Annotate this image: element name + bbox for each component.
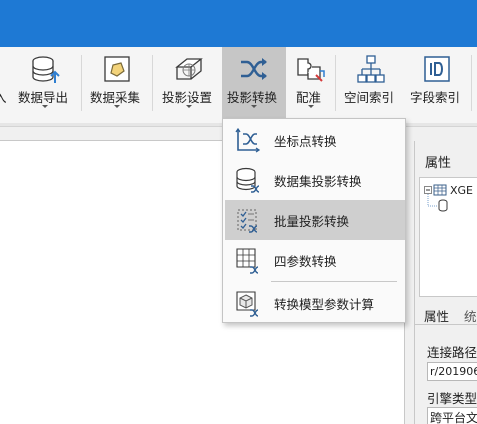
menu-item-batch-projection[interactable]: 批量投影转换	[225, 200, 405, 240]
properties-title: 属性	[425, 156, 452, 171]
database-export-icon	[32, 56, 60, 83]
model-param-icon	[236, 291, 259, 317]
menu-item-four-param[interactable]: 四参数转换	[225, 240, 405, 280]
point-convert-icon	[235, 127, 261, 153]
chevron-down-icon	[186, 105, 192, 108]
engine-type-label: 引擎类型	[427, 391, 477, 406]
ribbon-import-button[interactable]: 入	[0, 47, 10, 123]
ribbon-separator	[471, 55, 472, 111]
menu-item-label: 转换模型参数计算	[274, 297, 375, 312]
ribbon-field-index-button[interactable]: 字段索引	[406, 47, 468, 123]
ribbon-field-index-label: 字段索引	[410, 90, 461, 105]
ribbon-projection-convert-label: 投影转换	[227, 90, 278, 105]
data-collect-icon	[104, 56, 130, 82]
menu-item-label: 批量投影转换	[274, 214, 350, 229]
ribbon-data-collect-label: 数据采集	[90, 90, 141, 105]
ribbon-projection-settings-label: 投影设置	[162, 90, 213, 105]
ribbon-data-export-button[interactable]: 数据导出	[14, 47, 76, 123]
connection-path-label: 连接路径	[427, 345, 477, 360]
chevron-down-icon	[42, 105, 48, 108]
menu-item-model-param[interactable]: 转换模型参数计算	[225, 283, 405, 323]
field-index-icon	[424, 56, 450, 82]
tree-root-label[interactable]: XGE	[450, 184, 473, 197]
ribbon-toolbar: 入 数据导出 数据采集 投影设置 投影转换 配准 空间索引 字段索引	[0, 47, 477, 123]
properties-panel: 属性 XGE 属性 统 连接路径 r/2019060 引擎类型 跨平台文	[414, 141, 477, 424]
ribbon-registration-label: 配准	[296, 90, 322, 105]
ribbon-data-export-label: 数据导出	[18, 90, 69, 105]
menu-item-label: 数据集投影转换	[274, 174, 362, 189]
ribbon-separator	[335, 55, 336, 111]
dataset-projection-icon	[236, 167, 260, 193]
projection-convert-dropdown-menu: 坐标点转换 数据集投影转换 批量投影转换 四参数转换 转换模型参数计算	[222, 118, 406, 323]
ribbon-data-collect-button[interactable]: 数据采集	[86, 47, 148, 123]
shuffle-icon	[241, 58, 267, 80]
menu-item-point-convert[interactable]: 坐标点转换	[225, 120, 405, 160]
menu-separator	[271, 281, 397, 282]
connection-path-field[interactable]: r/2019060	[427, 362, 477, 381]
ribbon-registration-button[interactable]: 配准	[288, 47, 332, 123]
chevron-down-icon	[308, 105, 314, 108]
tree-node-icon	[424, 184, 448, 212]
ribbon-projection-convert-button[interactable]: 投影转换	[222, 47, 286, 123]
ribbon-separator	[81, 55, 82, 111]
ribbon-spatial-index-label: 空间索引	[344, 90, 395, 105]
menu-item-dataset-projection[interactable]: 数据集投影转换	[225, 160, 405, 200]
properties-tabs: 属性 统	[415, 301, 477, 325]
chevron-down-icon	[114, 105, 120, 108]
engine-type-field[interactable]: 跨平台文	[427, 407, 477, 424]
ribbon-spatial-index-button[interactable]: 空间索引	[340, 47, 402, 123]
ribbon-separator	[152, 55, 153, 111]
tab-properties[interactable]: 属性	[424, 306, 449, 325]
tab-statistics[interactable]: 统	[464, 306, 477, 325]
registration-icon	[297, 58, 325, 82]
ribbon-projection-settings-button[interactable]: 投影设置	[158, 47, 220, 123]
spatial-index-icon	[357, 55, 385, 83]
menu-item-label: 四参数转换	[274, 254, 337, 269]
menu-item-label: 坐标点转换	[274, 134, 337, 149]
projection-settings-icon	[175, 58, 203, 80]
chevron-down-icon	[251, 105, 257, 108]
title-bar	[0, 0, 477, 47]
four-param-icon	[236, 248, 259, 274]
ribbon-import-label: 入	[0, 90, 7, 105]
workspace-tree[interactable]: XGE	[419, 177, 477, 297]
batch-projection-icon	[237, 209, 258, 233]
